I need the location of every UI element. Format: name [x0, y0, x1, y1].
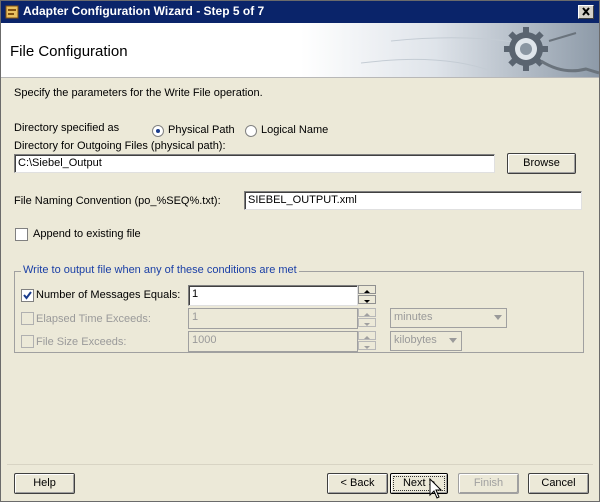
chevron-down-icon	[449, 338, 457, 343]
radio-physical-path-label[interactable]: Physical Path	[168, 124, 235, 136]
filesize-unit-value: kilobytes	[394, 334, 437, 346]
append-label[interactable]: Append to existing file	[33, 228, 141, 240]
elapsed-label[interactable]: Elapsed Time Exceeds:	[36, 313, 151, 325]
outgoing-dir-label: Directory for Outgoing Files (physical p…	[14, 140, 226, 152]
conditions-group: Write to output file when any of these c…	[14, 264, 584, 353]
cancel-button[interactable]: Cancel	[528, 473, 589, 494]
back-button[interactable]: < Back	[327, 473, 388, 494]
close-icon	[582, 7, 590, 16]
elapsed-input[interactable]: 1	[188, 308, 358, 329]
radio-logical-name[interactable]	[245, 125, 257, 137]
spin-down-icon[interactable]	[359, 298, 375, 305]
spin-up-icon[interactable]	[359, 334, 375, 341]
append-checkbox[interactable]	[15, 228, 28, 241]
file-naming-label: File Naming Convention (po_%SEQ%.txt):	[14, 195, 221, 207]
outgoing-dir-input[interactable]: C:\Siebel_Output	[14, 154, 495, 173]
elapsed-checkbox[interactable]	[21, 312, 34, 325]
elapsed-spinner[interactable]	[358, 308, 376, 329]
file-naming-input[interactable]: SIEBEL_OUTPUT.xml	[244, 191, 582, 210]
close-button[interactable]	[578, 5, 594, 19]
conditions-legend: Write to output file when any of these c…	[21, 264, 299, 276]
directory-specified-label: Directory specified as	[14, 122, 120, 134]
spin-down-icon[interactable]	[359, 344, 375, 351]
spin-up-icon[interactable]	[359, 311, 375, 318]
help-button[interactable]: Help	[14, 473, 75, 494]
filesize-spinner[interactable]	[358, 331, 376, 352]
gear-banner-icon	[301, 23, 599, 77]
wizard-content: Specify the parameters for the Write Fil…	[1, 78, 599, 501]
footer-divider	[7, 464, 593, 465]
title-bar[interactable]: Adapter Configuration Wizard - Step 5 of…	[1, 1, 599, 23]
mouse-cursor-icon	[429, 478, 443, 499]
wizard-header: File Configuration	[1, 23, 599, 78]
filesize-checkbox[interactable]	[21, 335, 34, 348]
checkmark-icon	[23, 291, 32, 300]
filesize-label[interactable]: File Size Exceeds:	[36, 336, 126, 348]
app-icon	[5, 5, 19, 19]
messages-checkbox[interactable]	[21, 289, 34, 302]
chevron-down-icon	[494, 315, 502, 320]
filesize-unit-select[interactable]: kilobytes	[390, 331, 462, 351]
intro-text: Specify the parameters for the Write Fil…	[14, 87, 263, 99]
radio-logical-name-label[interactable]: Logical Name	[261, 124, 328, 136]
radio-physical-path[interactable]	[152, 125, 164, 137]
wizard-window: Adapter Configuration Wizard - Step 5 of…	[0, 0, 600, 502]
messages-label[interactable]: Number of Messages Equals:	[36, 289, 180, 301]
page-title: File Configuration	[10, 43, 128, 60]
spin-up-icon[interactable]	[359, 288, 375, 295]
messages-spinner[interactable]	[358, 285, 376, 306]
messages-input[interactable]: 1	[188, 285, 358, 306]
elapsed-unit-select[interactable]: minutes	[390, 308, 507, 328]
spin-down-icon[interactable]	[359, 321, 375, 328]
finish-button[interactable]: Finish	[458, 473, 519, 494]
elapsed-unit-value: minutes	[394, 311, 433, 323]
browse-button[interactable]: Browse	[507, 153, 576, 174]
filesize-input[interactable]: 1000	[188, 331, 358, 352]
window-title: Adapter Configuration Wizard - Step 5 of…	[23, 4, 265, 18]
